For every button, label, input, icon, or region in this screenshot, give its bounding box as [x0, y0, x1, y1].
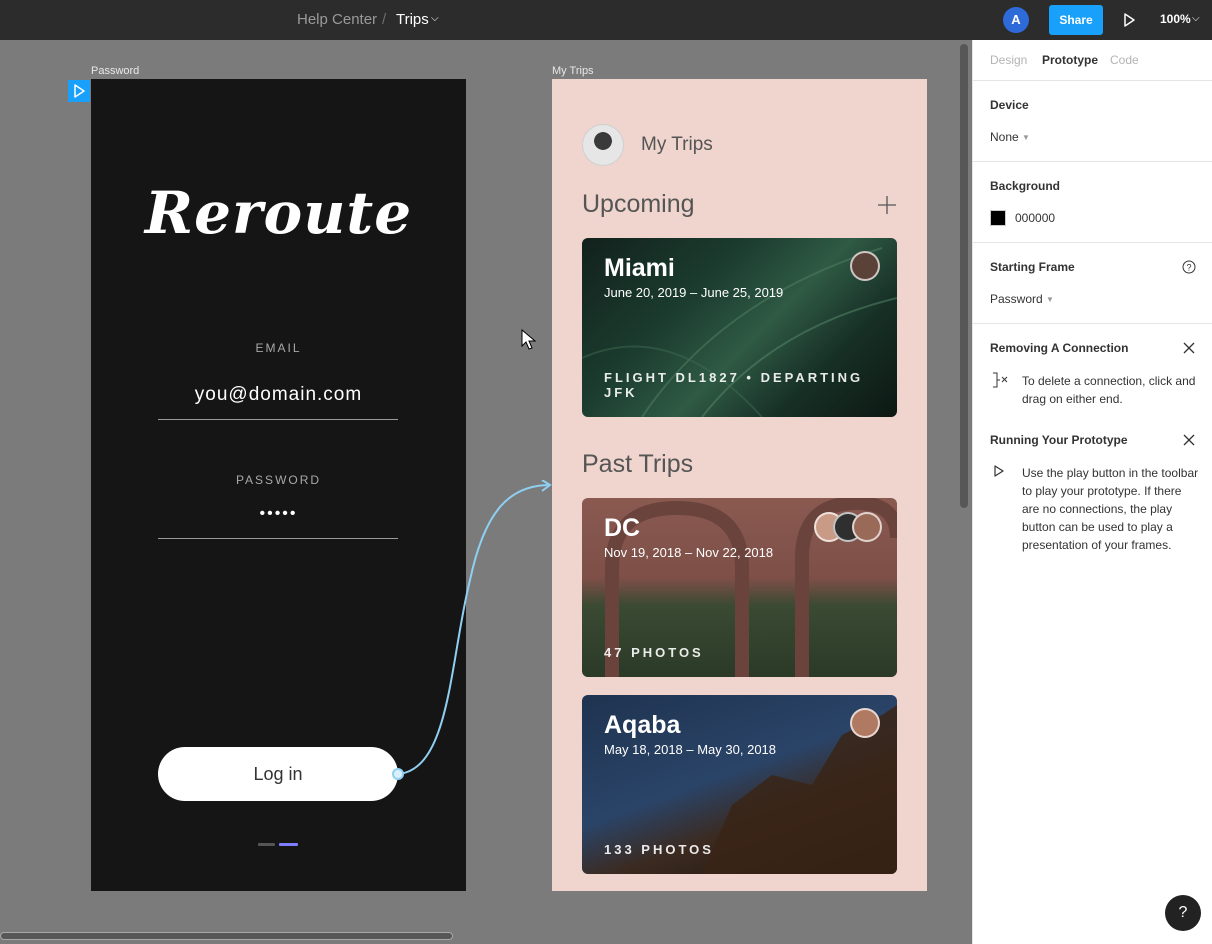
page-indicator-inactive: [258, 843, 275, 846]
help-circle-icon[interactable]: ?: [1182, 260, 1196, 274]
device-title: Device: [990, 98, 1029, 112]
mouse-cursor-icon: [521, 329, 537, 350]
breadcrumb-separator: /: [382, 11, 387, 28]
trip-card-dc[interactable]: DC Nov 19, 2018 – Nov 22, 2018 47 PHOTOS: [582, 498, 897, 677]
device-select[interactable]: None: [990, 130, 1019, 144]
background-hex-field[interactable]: 000000: [1015, 211, 1055, 225]
upcoming-title: Upcoming: [582, 190, 695, 218]
user-avatar[interactable]: A: [1003, 7, 1029, 33]
card-title: Miami: [604, 254, 675, 282]
trip-card-aqaba[interactable]: Aqaba May 18, 2018 – May 30, 2018 133 PH…: [582, 695, 897, 874]
removing-connection-title: Removing A Connection: [990, 341, 1129, 355]
removing-connection-text: To delete a connection, click and drag o…: [1022, 374, 1196, 406]
horizontal-scrollbar[interactable]: [0, 932, 453, 940]
starting-frame-play-icon[interactable]: [68, 80, 90, 102]
card-footer: 47 PHOTOS: [604, 645, 704, 660]
share-button[interactable]: Share: [1049, 5, 1103, 35]
frame-label-password[interactable]: Password: [91, 65, 139, 77]
email-field[interactable]: you@domain.com: [91, 384, 466, 406]
divider: [973, 80, 1212, 81]
top-toolbar: Help Center / Trips ⌵ A Share 100% ⌵: [0, 0, 1212, 40]
card-title: Aqaba: [604, 711, 681, 739]
chevron-down-icon[interactable]: ▼: [1046, 295, 1054, 304]
card-title: DC: [604, 514, 641, 542]
chevron-down-icon[interactable]: ⌵: [431, 13, 439, 24]
tab-code[interactable]: Code: [1110, 53, 1139, 67]
profile-photo: [582, 124, 624, 166]
trip-card-miami[interactable]: Miami June 20, 2019 – June 25, 2019 FLIG…: [582, 238, 897, 417]
zoom-level[interactable]: 100%: [1160, 12, 1191, 26]
play-icon: [994, 465, 1004, 477]
running-prototype-text: Use the play button in the toolbar to pl…: [1022, 466, 1199, 552]
close-icon[interactable]: [1182, 341, 1196, 355]
tab-prototype[interactable]: Prototype: [1042, 53, 1098, 67]
past-trips-title: Past Trips: [582, 450, 694, 478]
running-prototype-title: Running Your Prototype: [990, 433, 1128, 447]
close-icon[interactable]: [1182, 433, 1196, 447]
properties-panel: Design Prototype Code Device None ▼ Back…: [972, 40, 1212, 944]
email-underline: [158, 419, 398, 420]
plus-icon[interactable]: [876, 194, 898, 216]
traveler-avatar: [852, 512, 882, 542]
divider: [973, 242, 1212, 243]
card-footer: FLIGHT DL1827 • DEPARTING JFK: [604, 370, 864, 400]
vertical-scrollbar[interactable]: [960, 44, 968, 508]
zoom-chevron-down-icon[interactable]: ⌵: [1192, 13, 1200, 24]
trips-title: My Trips: [641, 134, 713, 155]
background-title: Background: [990, 179, 1061, 193]
card-footer: 133 PHOTOS: [604, 842, 714, 857]
background-color-swatch[interactable]: [990, 210, 1006, 226]
frame-label-my-trips[interactable]: My Trips: [552, 65, 594, 77]
tab-design[interactable]: Design: [990, 53, 1027, 67]
starting-frame-title: Starting Frame: [990, 260, 1075, 274]
my-trips-frame[interactable]: My Trips Upcoming Miami June 20, 2019 – …: [552, 79, 927, 891]
card-dates: June 20, 2019 – June 25, 2019: [604, 285, 784, 300]
traveler-avatar: [850, 251, 880, 281]
play-icon[interactable]: [1119, 10, 1139, 30]
password-underline: [158, 538, 398, 539]
traveler-avatar: [850, 708, 880, 738]
divider: [973, 161, 1212, 162]
app-logo: Reroute: [144, 179, 413, 247]
disconnect-icon: [993, 372, 1008, 388]
prototype-connection[interactable]: [390, 480, 560, 780]
breadcrumb-parent[interactable]: Help Center: [297, 11, 377, 28]
email-label: EMAIL: [255, 341, 302, 355]
page-indicator-active: [279, 843, 298, 846]
svg-text:?: ?: [1186, 263, 1191, 273]
starting-frame-select[interactable]: Password: [990, 292, 1043, 306]
card-dates: Nov 19, 2018 – Nov 22, 2018: [604, 545, 774, 560]
breadcrumb-current[interactable]: Trips: [396, 11, 429, 28]
chevron-down-icon[interactable]: ▼: [1022, 133, 1030, 142]
login-button[interactable]: Log in: [158, 747, 398, 801]
card-dates: May 18, 2018 – May 30, 2018: [604, 742, 777, 757]
help-button[interactable]: ?: [1165, 895, 1201, 931]
divider: [973, 323, 1212, 324]
